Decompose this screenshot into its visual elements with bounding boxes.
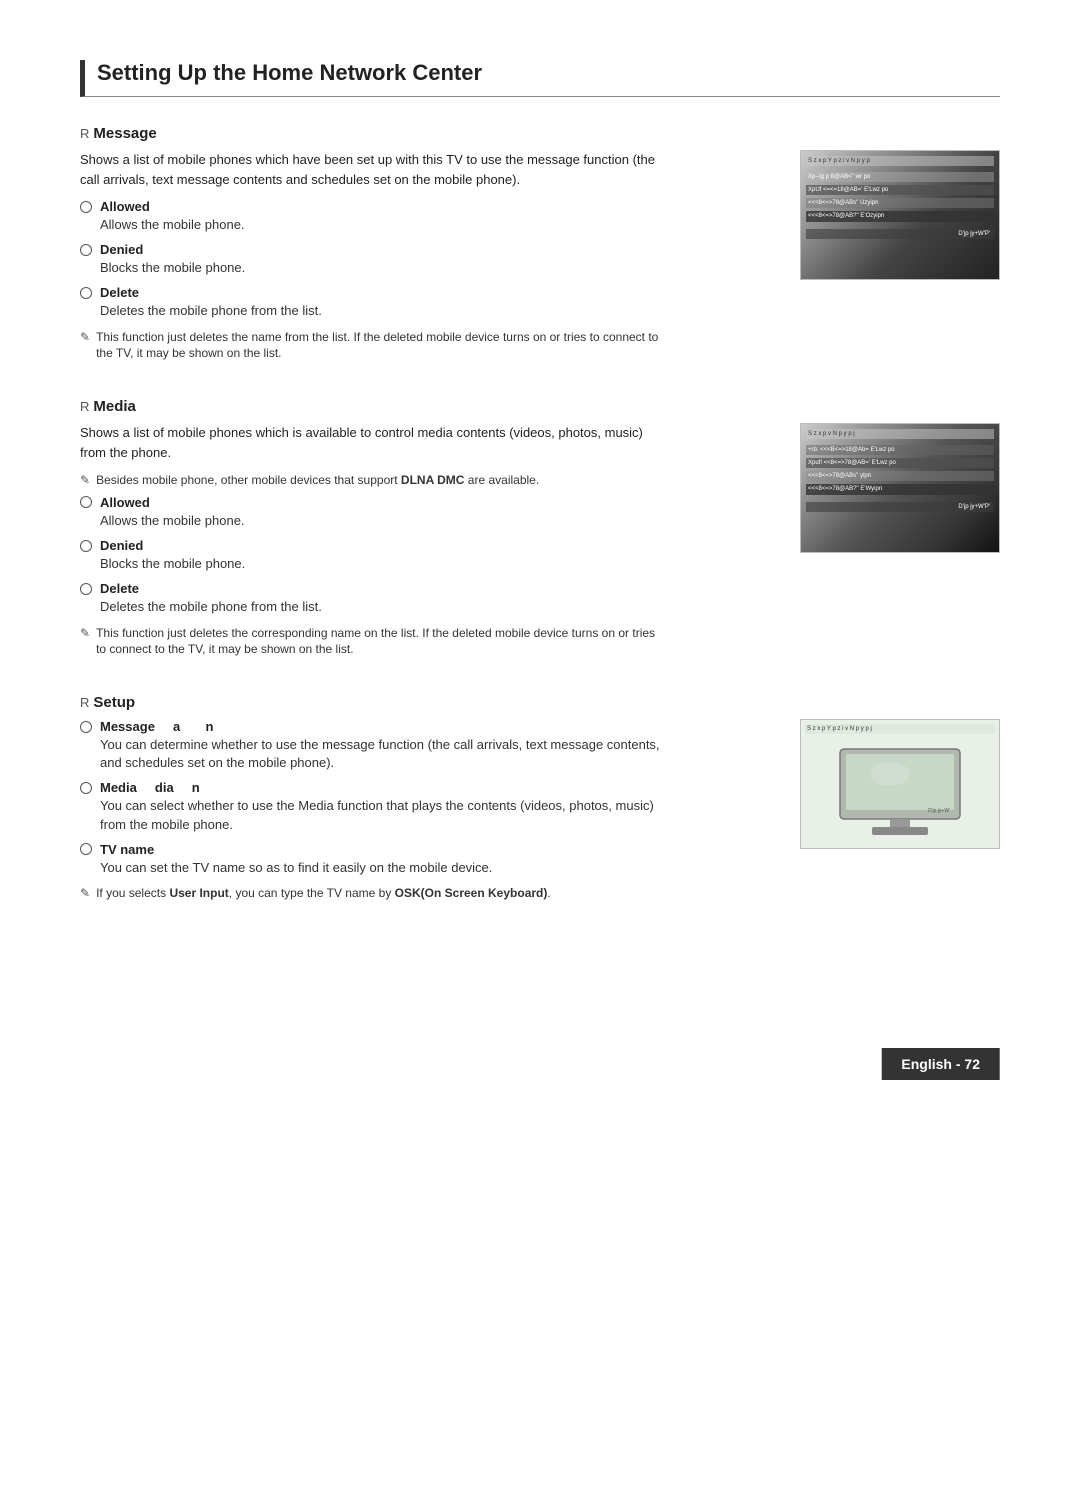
option-delete-media: Delete Deletes the mobile phone from the…: [80, 581, 660, 616]
option-delete-message: Delete Deletes the mobile phone from the…: [80, 285, 660, 320]
option-denied-message: Denied Blocks the mobile phone.: [80, 242, 660, 277]
radio-denied-media[interactable]: [80, 540, 92, 552]
label-denied-media: Denied: [100, 538, 143, 553]
radio-media-setup[interactable]: [80, 782, 92, 794]
section-content-setup: Message a n You can determine whether to…: [80, 719, 660, 908]
label-message-setup: Message a n: [100, 719, 213, 734]
desc-media-setup: You can select whether to use the Media …: [100, 797, 660, 833]
radio-delete-media[interactable]: [80, 583, 92, 595]
desc-allowed-media: Allows the mobile phone.: [100, 512, 660, 530]
label-media-setup: Media dia n: [100, 780, 200, 795]
radio-message-setup[interactable]: [80, 721, 92, 733]
r-marker-setup: R: [80, 695, 89, 710]
label-allowed-message: Allowed: [100, 199, 150, 214]
tv-device-svg: D'jp jy+W': [820, 744, 980, 839]
note-media: ✎ This function just deletes the corresp…: [80, 625, 660, 659]
screen-image-message: S z x p Y p z i v N p y p Xp--lg p 8@AB<…: [800, 150, 1000, 280]
note-icon-message: ✎: [80, 330, 90, 344]
note-icon-setup: ✎: [80, 886, 90, 900]
note-icon-media: ✎: [80, 626, 90, 640]
label-tvname-setup: TV name: [100, 842, 154, 857]
r-marker-message: R: [80, 126, 89, 141]
option-message-setup: Message a n You can determine whether to…: [80, 719, 660, 772]
radio-denied-message[interactable]: [80, 244, 92, 256]
desc-delete-media: Deletes the mobile phone from the list.: [100, 598, 660, 616]
note-text-setup: If you selects User Input, you can type …: [96, 885, 551, 902]
screen-lines-media: S z x p v N p y p j +rb: <<<B<=>18@Ab= E…: [806, 429, 994, 547]
section-title-message: Message: [93, 125, 156, 142]
page-title: Setting Up the Home Network Center: [80, 60, 1000, 97]
label-denied-message: Denied: [100, 242, 143, 257]
option-allowed-media: Allowed Allows the mobile phone.: [80, 495, 660, 530]
desc-message-setup: You can determine whether to use the mes…: [100, 736, 660, 772]
desc-allowed-message: Allows the mobile phone.: [100, 216, 660, 234]
message-desc: Shows a list of mobile phones which have…: [80, 150, 660, 189]
media-desc: Shows a list of mobile phones which is a…: [80, 423, 660, 462]
note-text-inline-media: Besides mobile phone, other mobile devic…: [96, 472, 539, 489]
option-allowed-message: Allowed Allows the mobile phone.: [80, 199, 660, 234]
note-icon-inline-media: ✎: [80, 473, 90, 487]
label-delete-message: Delete: [100, 285, 139, 300]
footer-label: English - 72: [881, 1048, 1000, 1080]
section-title-setup: Setup: [93, 694, 135, 711]
desc-denied-message: Blocks the mobile phone.: [100, 259, 660, 277]
note-setup: ✎ If you selects User Input, you can typ…: [80, 885, 660, 902]
section-content-media: Shows a list of mobile phones which is a…: [80, 423, 660, 664]
desc-delete-message: Deletes the mobile phone from the list.: [100, 302, 660, 320]
note-message: ✎ This function just deletes the name fr…: [80, 329, 660, 363]
radio-tvname-setup[interactable]: [80, 843, 92, 855]
desc-tvname-setup: You can set the TV name so as to find it…: [100, 859, 660, 877]
label-allowed-media: Allowed: [100, 495, 150, 510]
desc-denied-media: Blocks the mobile phone.: [100, 555, 660, 573]
screen-image-setup: S z x p Y p z i v N p y p j D'jp jy+W': [800, 719, 1000, 849]
label-delete-media: Delete: [100, 581, 139, 596]
section-title-media: Media: [93, 398, 136, 415]
option-denied-media: Denied Blocks the mobile phone.: [80, 538, 660, 573]
screen-lines-message: S z x p Y p z i v N p y p Xp--lg p 8@AB<…: [806, 156, 994, 274]
section-setup: R Setup Message a n You can determine wh…: [80, 694, 1000, 908]
note-text-media: This function just deletes the correspon…: [96, 625, 660, 659]
option-media-setup: Media dia n You can select whether to us…: [80, 780, 660, 833]
svg-text:D'jp jy+W': D'jp jy+W': [928, 808, 950, 814]
option-tvname-setup: TV name You can set the TV name so as to…: [80, 842, 660, 877]
radio-allowed-message[interactable]: [80, 201, 92, 213]
note-text-message: This function just deletes the name from…: [96, 329, 660, 363]
section-media: R Media Shows a list of mobile phones wh…: [80, 398, 1000, 664]
r-marker-media: R: [80, 399, 89, 414]
section-content-message: Shows a list of mobile phones which have…: [80, 150, 660, 368]
note-inline-media: ✎ Besides mobile phone, other mobile dev…: [80, 472, 660, 489]
screen-image-media: S z x p v N p y p j +rb: <<<B<=>18@Ab= E…: [800, 423, 1000, 553]
section-message: R Message Shows a list of mobile phones …: [80, 125, 1000, 368]
radio-allowed-media[interactable]: [80, 496, 92, 508]
radio-delete-message[interactable]: [80, 287, 92, 299]
